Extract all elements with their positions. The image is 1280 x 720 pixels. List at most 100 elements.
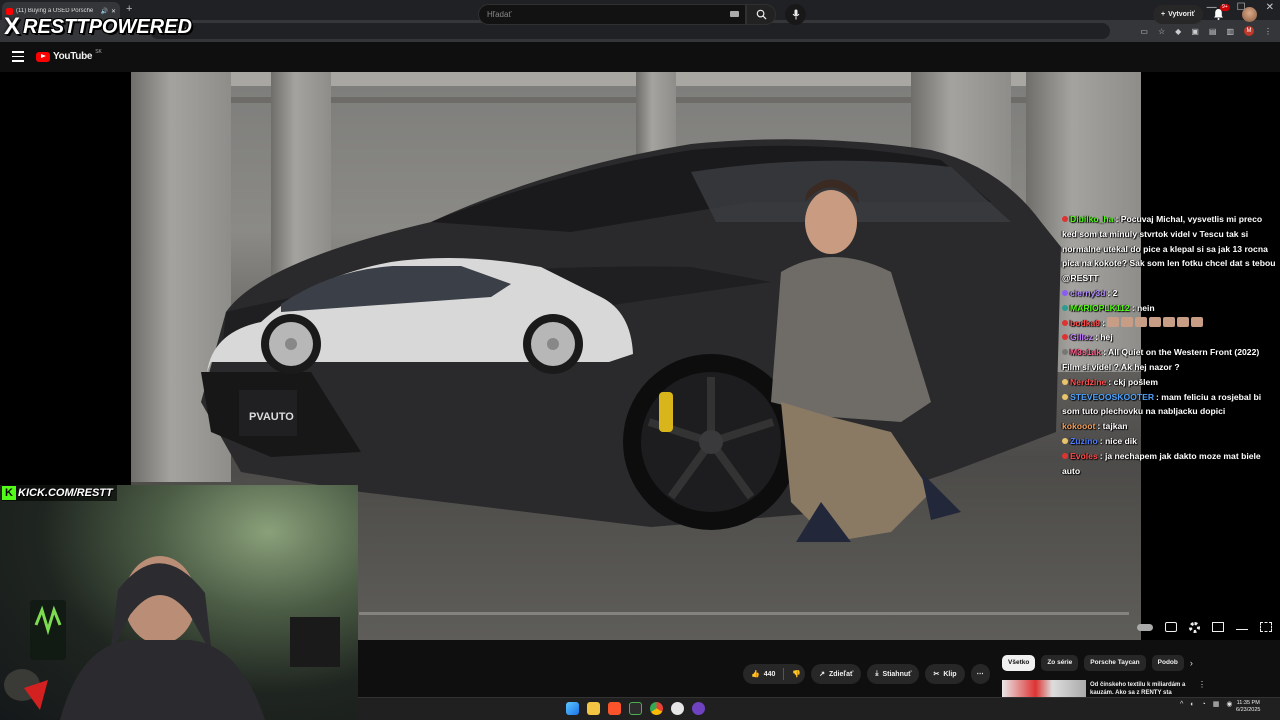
restt-powered-logo: X RESTTPOWERED (4, 13, 192, 40)
github-icon[interactable] (671, 702, 684, 715)
video-progress-bar[interactable] (359, 612, 1129, 615)
scissors-icon: ✂ (933, 671, 940, 678)
cast-icon[interactable]: ▭ (1140, 27, 1148, 36)
chat-message: Dibilko_ha: Pocuvaj Michal, vysvetlis mi… (1062, 212, 1277, 286)
thumbs-down-icon[interactable]: 👎 (792, 670, 801, 678)
share-arrow-icon: ↗ (819, 671, 825, 678)
tray-network-icon[interactable]: ◐ (1190, 701, 1194, 708)
plus-icon: + (1161, 11, 1166, 18)
url-field[interactable]: s3Vt74 (150, 23, 1110, 39)
chat-username[interactable]: cierny3d (1070, 288, 1105, 298)
chat-message: Nerdzine: ckj pošlem (1062, 375, 1277, 390)
account-avatar[interactable] (1242, 7, 1257, 22)
chat-emote-icon (1163, 316, 1176, 327)
chat-message: Gillcz: hej (1062, 330, 1277, 345)
chat-badge-icon (1062, 349, 1068, 356)
voice-search-button[interactable] (785, 4, 806, 25)
windows-start-icon[interactable] (566, 702, 579, 715)
brave-browser-icon[interactable] (608, 702, 621, 715)
create-button[interactable]: + Vytvoriť (1153, 5, 1203, 24)
chat-emote-icon (1177, 316, 1190, 327)
chat-text: nein (1136, 302, 1155, 313)
chat-username[interactable]: Gillcz (1070, 332, 1093, 342)
browser-toolbar-icons: ▭ ☆ ◆ ▣ ▤ ▥ M ⋮ (1140, 23, 1272, 39)
tray-volume-icon[interactable]: ◔ (1202, 701, 1206, 708)
reading-list-icon[interactable]: ▤ (1209, 27, 1217, 36)
chat-username[interactable]: kokooot (1062, 421, 1095, 431)
chip-from-series[interactable]: Zo série (1041, 655, 1079, 671)
chip-porsche-taycan[interactable]: Porsche Taycan (1084, 655, 1146, 671)
streamer-webcam (0, 485, 358, 720)
tray-language-icon[interactable]: ▦ (1213, 700, 1220, 708)
video-actions: 👍 440 👎 ↗ Zdieľať ⤓ Stiahnuť ✂ Klip ⋯ (743, 664, 990, 684)
related-video-title: Od čínskeho textilu k miliardám a kauzám… (1090, 682, 1186, 696)
chat-badge-icon (1062, 319, 1068, 326)
chip-similar[interactable]: Podob (1151, 655, 1184, 671)
chat-username[interactable]: MARIOPLK112 (1070, 303, 1130, 313)
chat-message: kokooot: tajkan (1062, 419, 1277, 434)
chat-username[interactable]: Nerdzine (1070, 377, 1106, 387)
tray-wifi-icon[interactable]: ◉ (1226, 700, 1232, 708)
chat-username[interactable]: Dibilko_ha (1070, 214, 1113, 224)
chat-message: STEVEOOSKOOTER: mam feliciu a rosjebal b… (1062, 390, 1277, 420)
kick-logo-icon: K (2, 486, 16, 500)
terminal-icon[interactable] (629, 702, 642, 715)
download-button[interactable]: ⤓ Stiahnuť (867, 664, 920, 684)
chat-username[interactable]: bodka9 (1070, 318, 1100, 328)
subtitles-icon[interactable] (1165, 622, 1177, 632)
bookmark-star-icon[interactable]: ☆ (1158, 27, 1165, 36)
close-window-button[interactable]: ✕ (1266, 2, 1274, 13)
chat-message: bodka9: (1062, 316, 1277, 331)
more-actions-button[interactable]: ⋯ (970, 664, 990, 684)
clip-button[interactable]: ✂ Klip (925, 664, 965, 684)
miniplayer-icon[interactable] (1212, 622, 1224, 632)
chat-emote-icon (1191, 316, 1204, 327)
youtube-logo[interactable]: YouTube SK (36, 49, 102, 62)
settings-gear-icon[interactable] (1189, 621, 1200, 633)
extension-icon[interactable]: ◆ (1175, 27, 1181, 36)
windows-taskbar (358, 697, 1280, 720)
search-input[interactable]: Hľadať (478, 4, 746, 25)
obs-icon[interactable] (692, 702, 705, 715)
share-button[interactable]: ↗ Zdieľať (811, 664, 862, 684)
keyboard-icon[interactable] (730, 11, 739, 17)
chat-message: cierny3d: 2 (1062, 286, 1277, 301)
system-tray: ^ ◐ ◔ ▦ ◉ (1180, 700, 1233, 709)
search-button[interactable] (746, 4, 776, 25)
chips-next-chevron-icon[interactable]: › (1190, 658, 1193, 668)
related-video-item[interactable]: Od čínskeho textilu k miliardám a kauzám… (1002, 680, 1272, 697)
chat-text: tajkan (1102, 421, 1128, 432)
chat-badge-icon (1062, 304, 1068, 311)
chat-emote-icon (1149, 316, 1162, 327)
chat-username[interactable]: STEVEOOSKOOTER (1070, 392, 1154, 402)
like-button[interactable]: 👍 440 👎 (743, 664, 806, 684)
player-controls-right (1122, 620, 1272, 634)
chrome-icon[interactable] (650, 702, 663, 715)
fullscreen-icon[interactable] (1260, 622, 1272, 632)
chip-all[interactable]: Všetko (1002, 655, 1036, 671)
chat-badge-icon (1062, 437, 1068, 444)
sidebar-icon[interactable]: ▥ (1226, 27, 1234, 36)
puzzle-icon[interactable]: ▣ (1191, 27, 1199, 36)
tray-chevron-icon[interactable]: ^ (1180, 701, 1183, 708)
chat-username[interactable]: Zuzino (1070, 436, 1098, 446)
browser-menu-icon[interactable]: ⋮ (1264, 27, 1272, 36)
chat-badge-icon (1062, 334, 1068, 341)
taskbar-clock[interactable]: 11:35 PM 6/23/2025 (1236, 700, 1260, 714)
chat-message: Evoles: ja nechapem jak dakto moze mat b… (1062, 449, 1277, 479)
youtube-play-icon (36, 51, 50, 62)
related-filter-chips: Všetko Zo série Porsche Taycan Podob › (1002, 655, 1193, 671)
chat-badge-icon (1062, 393, 1068, 400)
chat-emote-icon (1121, 316, 1134, 327)
file-explorer-icon[interactable] (587, 702, 600, 715)
related-more-icon[interactable]: ⋮ (1198, 680, 1206, 689)
chat-username[interactable]: Evoles (1070, 451, 1098, 461)
autoplay-toggle-icon[interactable] (1137, 623, 1153, 631)
profile-avatar[interactable]: M (1244, 26, 1254, 36)
chat-badge-icon (1062, 289, 1068, 296)
chat-username[interactable]: M3s1ak (1070, 347, 1101, 357)
chat-text: Pocuvaj Michal, vysvetlis mi preco ked s… (1062, 214, 1276, 284)
hamburger-menu-icon[interactable] (12, 51, 24, 62)
chat-badge-icon (1062, 452, 1068, 459)
theater-mode-icon[interactable] (1236, 624, 1248, 630)
